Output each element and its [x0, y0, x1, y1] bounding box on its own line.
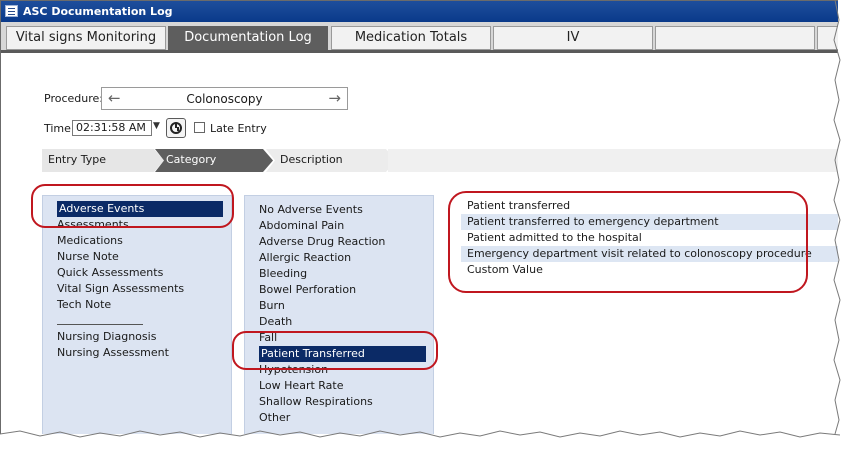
category-item-death[interactable]: Death [259, 314, 292, 330]
category-item-allergic-reaction[interactable]: Allergic Reaction [259, 250, 351, 266]
entry-type-item-vital-sign-assessments[interactable]: Vital Sign Assessments [57, 281, 184, 297]
entry-type-item-quick-assessments[interactable]: Quick Assessments [57, 265, 163, 281]
annotation-oval-category [232, 331, 438, 370]
tab-documentation-log[interactable]: Documentation Log [168, 26, 328, 50]
asc-documentation-window: ASC Documentation Log Vital signs Monito… [0, 0, 838, 434]
procedure-value: Colonoscopy [186, 92, 263, 106]
breadcrumb: Entry Type Category Description [42, 149, 838, 172]
entry-type-separator [57, 324, 143, 325]
breadcrumb-category-label: Category [166, 153, 217, 166]
category-item-burn[interactable]: Burn [259, 298, 285, 314]
late-entry-label: Late Entry [210, 122, 267, 135]
category-item-low-heart-rate[interactable]: Low Heart Rate [259, 378, 344, 394]
clock-icon [170, 122, 182, 134]
tab-bar: Vital signs Monitoring Documentation Log… [1, 22, 838, 53]
category-item-bowel-perforation[interactable]: Bowel Perforation [259, 282, 356, 298]
breadcrumb-entry-type[interactable]: Entry Type [42, 149, 164, 172]
tab-vital-signs-monitoring[interactable]: Vital signs Monitoring [6, 26, 166, 50]
annotation-oval-description [448, 191, 808, 293]
category-item-other[interactable]: Other [259, 410, 290, 426]
entry-type-item-nursing-diagnosis[interactable]: Nursing Diagnosis [57, 329, 156, 345]
time-input[interactable]: 02:31:58 AM [72, 120, 152, 136]
breadcrumb-description-label: Description [280, 153, 343, 166]
procedure-selector[interactable]: ← Colonoscopy → [101, 87, 348, 110]
breadcrumb-track [388, 149, 838, 172]
breadcrumb-description[interactable]: Description [266, 149, 396, 172]
clock-button[interactable] [166, 118, 186, 138]
entry-type-item-tech-note[interactable]: Tech Note [57, 297, 111, 313]
entry-type-list: Adverse Events Assessments Medications N… [42, 195, 232, 434]
category-item-shallow-respirations[interactable]: Shallow Respirations [259, 394, 373, 410]
late-entry-checkbox[interactable] [194, 122, 205, 133]
breadcrumb-category[interactable]: Category [155, 149, 273, 172]
window-title: ASC Documentation Log [23, 5, 173, 18]
title-bar: ASC Documentation Log [1, 1, 838, 22]
entry-type-item-medications[interactable]: Medications [57, 233, 123, 249]
category-list: No Adverse Events Abdominal Pain Adverse… [244, 195, 434, 434]
category-item-abdominal-pain[interactable]: Abdominal Pain [259, 218, 344, 234]
tab-iv[interactable]: IV [493, 26, 653, 50]
arrow-right-icon[interactable]: → [328, 90, 341, 107]
window-app-icon [5, 5, 18, 17]
torn-edge-right [833, 0, 841, 434]
entry-type-item-nurse-note[interactable]: Nurse Note [57, 249, 119, 265]
time-label: Time: [44, 122, 75, 135]
procedure-label: Procedure: [44, 92, 103, 105]
category-item-bleeding[interactable]: Bleeding [259, 266, 307, 282]
category-item-adverse-drug-reaction[interactable]: Adverse Drug Reaction [259, 234, 385, 250]
entry-type-item-nursing-assessment[interactable]: Nursing Assessment [57, 345, 169, 361]
time-dropdown-icon[interactable]: ▼ [153, 121, 160, 131]
tab-medication-totals[interactable]: Medication Totals [331, 26, 491, 50]
breadcrumb-entry-type-label: Entry Type [48, 153, 107, 166]
tab-blank-1[interactable] [655, 26, 815, 50]
annotation-oval-entry-type [31, 184, 234, 228]
torn-edge-bottom [0, 430, 840, 438]
category-item-no-adverse-events[interactable]: No Adverse Events [259, 202, 363, 218]
